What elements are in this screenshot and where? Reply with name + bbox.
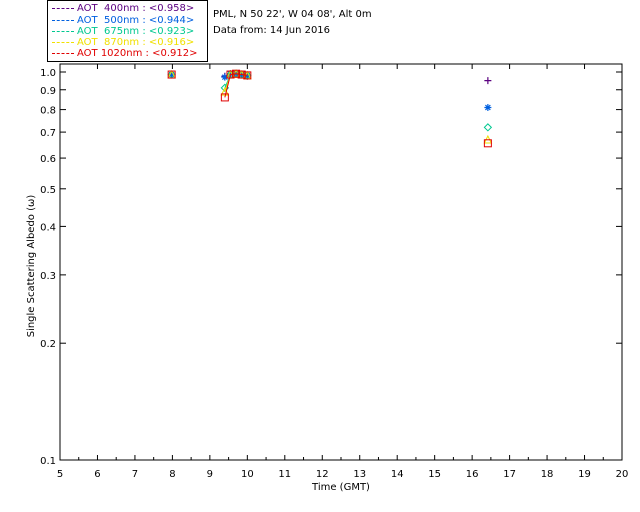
y-tick-label: 0.9 [40,86,56,97]
data-point [483,123,493,132]
y-tick-label: 0.1 [40,456,56,467]
y-tick-label: 0.5 [40,185,56,196]
x-tick-label: 13 [353,469,366,480]
x-tick-label: 19 [578,469,591,480]
plot-frame [59,63,623,461]
x-tick-label: 16 [466,469,479,480]
y-tick-label: 0.4 [40,222,56,233]
x-tick-label: 11 [278,469,291,480]
x-tick-label: 12 [316,469,329,480]
x-tick-label: 5 [57,469,63,480]
x-tick-label: 20 [616,469,629,480]
axes: 5 6 7 8 9 10 11 12 13 14 15 16 17 18 19 20 1.0 0.9 0.8 0.7 0… [40,64,628,480]
x-tick-label: 18 [541,469,554,480]
x-tick-label: 15 [428,469,441,480]
x-axis-label: Time (GMT) [311,482,370,493]
y-tick-label: 1.0 [40,68,56,79]
x-tick-label: 10 [241,469,254,480]
y-tick-label: 0.8 [40,106,56,117]
y-axis-label: Single Scattering Albedo (ω) [26,195,37,338]
data-point [484,104,492,112]
y-tick-label: 0.2 [40,339,56,350]
y-tick-label: 0.3 [40,271,56,282]
x-tick-label: 8 [169,469,175,480]
y-tick-label: 0.6 [40,154,56,165]
x-tick-label: 6 [94,469,100,480]
albedo-chart: 5 6 7 8 9 10 11 12 13 14 15 16 17 18 19 20 1.0 0.9 0.8 0.7 0… [26,63,628,493]
data-marks [167,69,493,148]
x-tick-label: 9 [207,469,213,480]
x-tick-label: 14 [391,469,404,480]
x-tick-label: 7 [132,469,138,480]
x-tick-label: 17 [503,469,516,480]
data-point [484,77,492,85]
y-tick-label: 0.7 [40,128,56,139]
